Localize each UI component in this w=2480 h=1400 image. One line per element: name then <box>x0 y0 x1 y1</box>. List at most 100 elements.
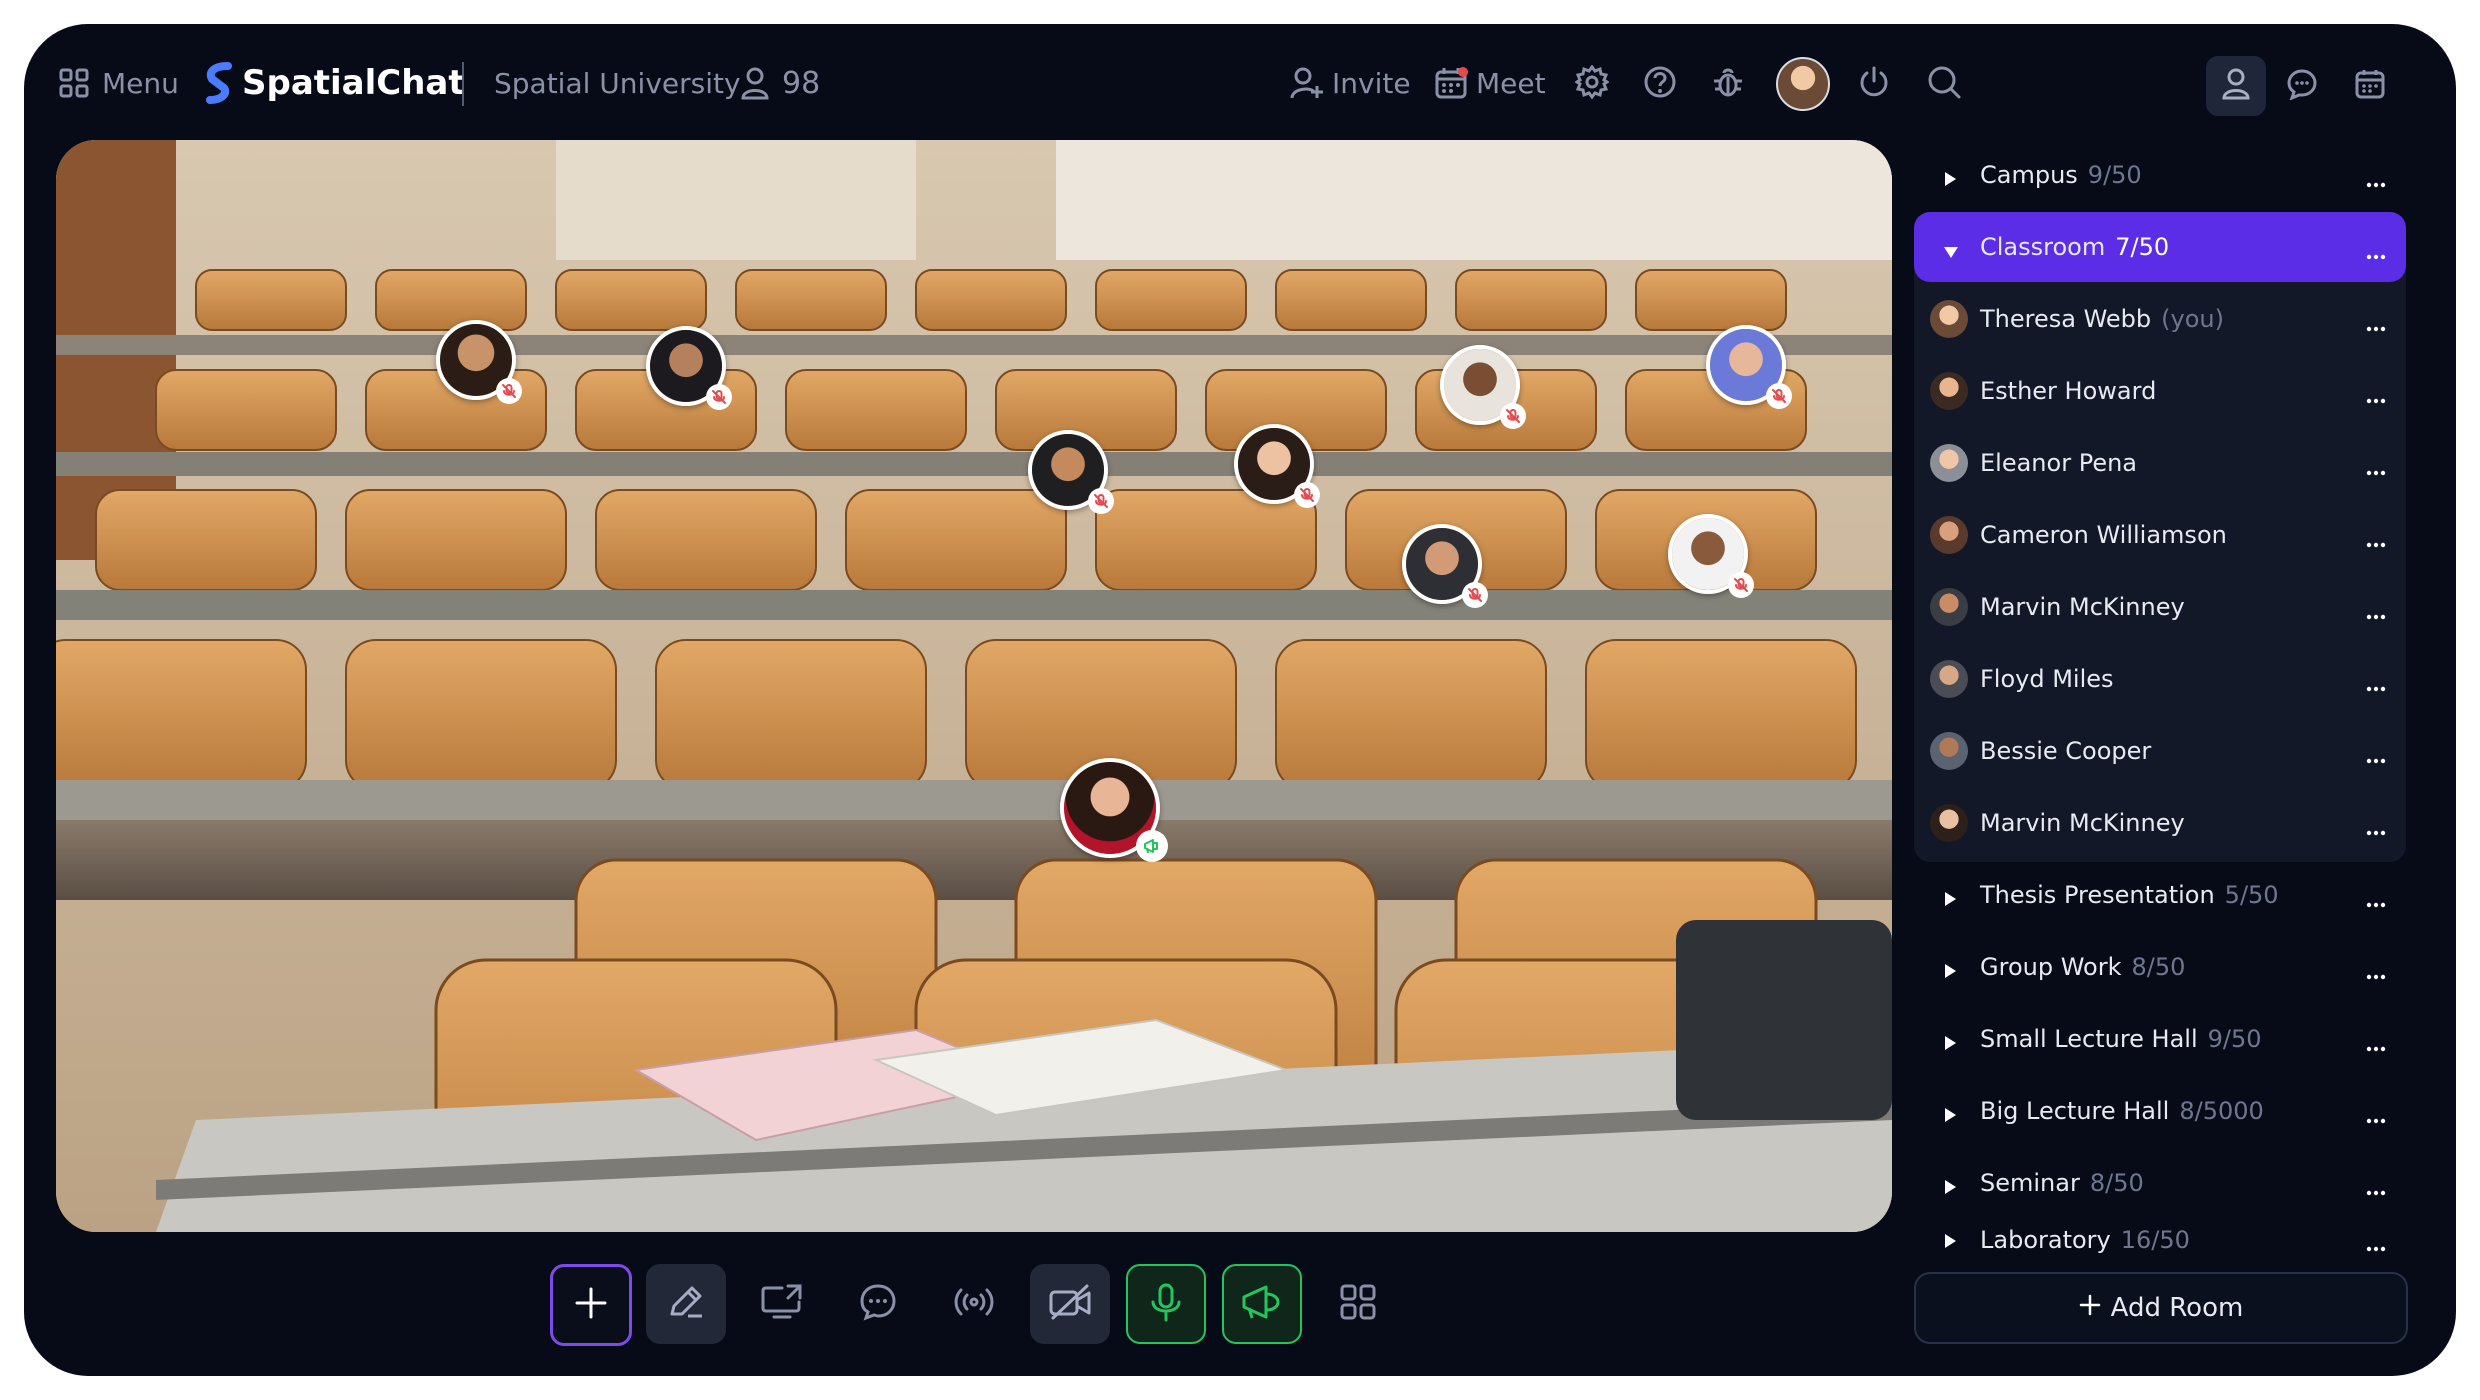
meet-button[interactable]: Meet <box>1434 60 1546 106</box>
camera-toggle-button[interactable] <box>1030 1264 1110 1344</box>
muted-mic-icon <box>706 384 732 410</box>
avatar <box>1930 804 1968 842</box>
caret-right-icon <box>1942 1174 1958 1202</box>
tab-participants[interactable] <box>2206 56 2266 116</box>
room-name: Classroom <box>1980 233 2106 261</box>
participants-counter[interactable]: 98 <box>740 60 820 106</box>
room-item-seminar[interactable]: Seminar 8/50 <box>1914 1148 2406 1218</box>
room-item-classroom[interactable]: Classroom 7/50 <box>1914 212 2406 282</box>
more-options-icon[interactable] <box>2366 670 2386 698</box>
bug-report-button[interactable] <box>1708 64 1748 104</box>
more-options-icon[interactable] <box>2366 382 2386 410</box>
tab-chat[interactable] <box>2282 66 2322 106</box>
room-capacity: 9/50 <box>2207 1025 2262 1053</box>
member-item[interactable]: Esther Howard <box>1914 356 2406 426</box>
room-capacity: 5/50 <box>2224 881 2279 909</box>
more-options-icon[interactable] <box>2366 958 2386 986</box>
microphone-icon <box>1148 1282 1184 1326</box>
member-item[interactable]: Floyd Miles <box>1914 644 2406 714</box>
user-avatar[interactable] <box>1776 57 1830 111</box>
more-options-icon[interactable] <box>2366 1174 2386 1202</box>
room-name: Group Work <box>1980 953 2122 981</box>
more-options-icon[interactable] <box>2366 1030 2386 1058</box>
member-item[interactable]: Theresa Webb (you) <box>1914 284 2406 354</box>
bug-icon <box>1711 65 1745 103</box>
participant-avatar[interactable] <box>436 320 522 404</box>
more-options-icon[interactable] <box>2366 886 2386 914</box>
classroom-stage[interactable] <box>56 140 1892 1232</box>
speaking-participant-avatar[interactable] <box>1060 758 1168 862</box>
muted-mic-icon <box>1294 482 1320 508</box>
broadcast-button[interactable] <box>934 1264 1014 1344</box>
more-options-icon[interactable] <box>2366 310 2386 338</box>
room-item-small-lecture-hall[interactable]: Small Lecture Hall 9/50 <box>1914 1004 2406 1074</box>
member-item[interactable]: Eleanor Pena <box>1914 428 2406 498</box>
room-name: Laboratory <box>1980 1226 2111 1254</box>
more-options-icon[interactable] <box>2366 742 2386 770</box>
avatar <box>1930 372 1968 410</box>
member-name: Cameron Williamson <box>1980 521 2227 549</box>
apps-button[interactable] <box>1318 1264 1398 1344</box>
menu-button[interactable]: Menu <box>58 60 179 106</box>
caret-right-icon <box>1942 166 1958 194</box>
camera-off-icon <box>1047 1282 1093 1326</box>
participant-avatar[interactable] <box>1706 325 1792 409</box>
member-name: Bessie Cooper <box>1980 737 2152 765</box>
pencil-icon <box>666 1282 706 1326</box>
more-options-icon[interactable] <box>2366 814 2386 842</box>
more-options-icon[interactable] <box>2366 166 2386 194</box>
help-button[interactable] <box>1640 64 1680 104</box>
megaphone-icon <box>1240 1282 1284 1326</box>
chat-icon <box>858 1282 898 1326</box>
room-item-big-lecture-hall[interactable]: Big Lecture Hall 8/5000 <box>1914 1076 2406 1146</box>
member-suffix: (you) <box>2161 305 2224 333</box>
member-item[interactable]: Bessie Cooper <box>1914 716 2406 786</box>
avatar <box>1930 444 1968 482</box>
room-item-thesis-presentation[interactable]: Thesis Presentation 5/50 <box>1914 860 2406 930</box>
invite-button[interactable]: Invite <box>1290 60 1411 106</box>
caret-right-icon <box>1942 1030 1958 1058</box>
muted-mic-icon <box>496 378 522 404</box>
add-button[interactable] <box>550 1264 632 1346</box>
more-options-icon[interactable] <box>2366 598 2386 626</box>
participant-avatar[interactable] <box>1440 345 1526 429</box>
microphone-button[interactable] <box>1126 1264 1206 1344</box>
leave-button[interactable] <box>1854 64 1894 104</box>
member-item[interactable]: Marvin McKinney <box>1914 572 2406 642</box>
user-icon <box>2222 68 2250 104</box>
member-item[interactable]: Marvin McKinney <box>1914 788 2406 858</box>
megaphone-button[interactable] <box>1222 1264 1302 1344</box>
room-item-laboratory[interactable]: Laboratory 16/50 <box>1914 1220 2406 1260</box>
tab-calendar[interactable] <box>2350 66 2390 106</box>
member-name: Esther Howard <box>1980 377 2157 405</box>
participant-avatar[interactable] <box>1668 514 1754 598</box>
more-options-icon[interactable] <box>2366 1230 2386 1258</box>
room-capacity: 8/50 <box>2131 953 2186 981</box>
muted-mic-icon <box>1500 403 1526 429</box>
more-options-icon[interactable] <box>2366 238 2386 266</box>
chat-button[interactable] <box>838 1264 918 1344</box>
participant-avatar[interactable] <box>1402 524 1488 608</box>
participant-avatar[interactable] <box>1234 424 1320 508</box>
search-button[interactable] <box>1924 64 1964 104</box>
invite-label: Invite <box>1332 66 1411 100</box>
avatar <box>1930 516 1968 554</box>
more-options-icon[interactable] <box>2366 454 2386 482</box>
broadcast-icon <box>950 1282 998 1326</box>
more-options-icon[interactable] <box>2366 1102 2386 1130</box>
add-room-button[interactable]: Add Room <box>1914 1272 2408 1344</box>
participant-avatar[interactable] <box>1028 430 1114 514</box>
calendar-icon <box>1434 66 1468 100</box>
participant-avatar[interactable] <box>646 326 732 410</box>
space-name[interactable]: Spatial University <box>494 60 741 106</box>
settings-button[interactable] <box>1572 64 1612 104</box>
room-item-campus[interactable]: Campus 9/50 <box>1914 140 2406 210</box>
room-capacity: 7/50 <box>2115 233 2170 261</box>
room-name: Small Lecture Hall <box>1980 1025 2198 1053</box>
screen-share-button[interactable] <box>742 1264 822 1344</box>
draw-button[interactable] <box>646 1264 726 1344</box>
room-item-group-work[interactable]: Group Work 8/50 <box>1914 932 2406 1002</box>
member-item[interactable]: Cameron Williamson <box>1914 500 2406 570</box>
muted-mic-icon <box>1088 488 1114 514</box>
more-options-icon[interactable] <box>2366 526 2386 554</box>
